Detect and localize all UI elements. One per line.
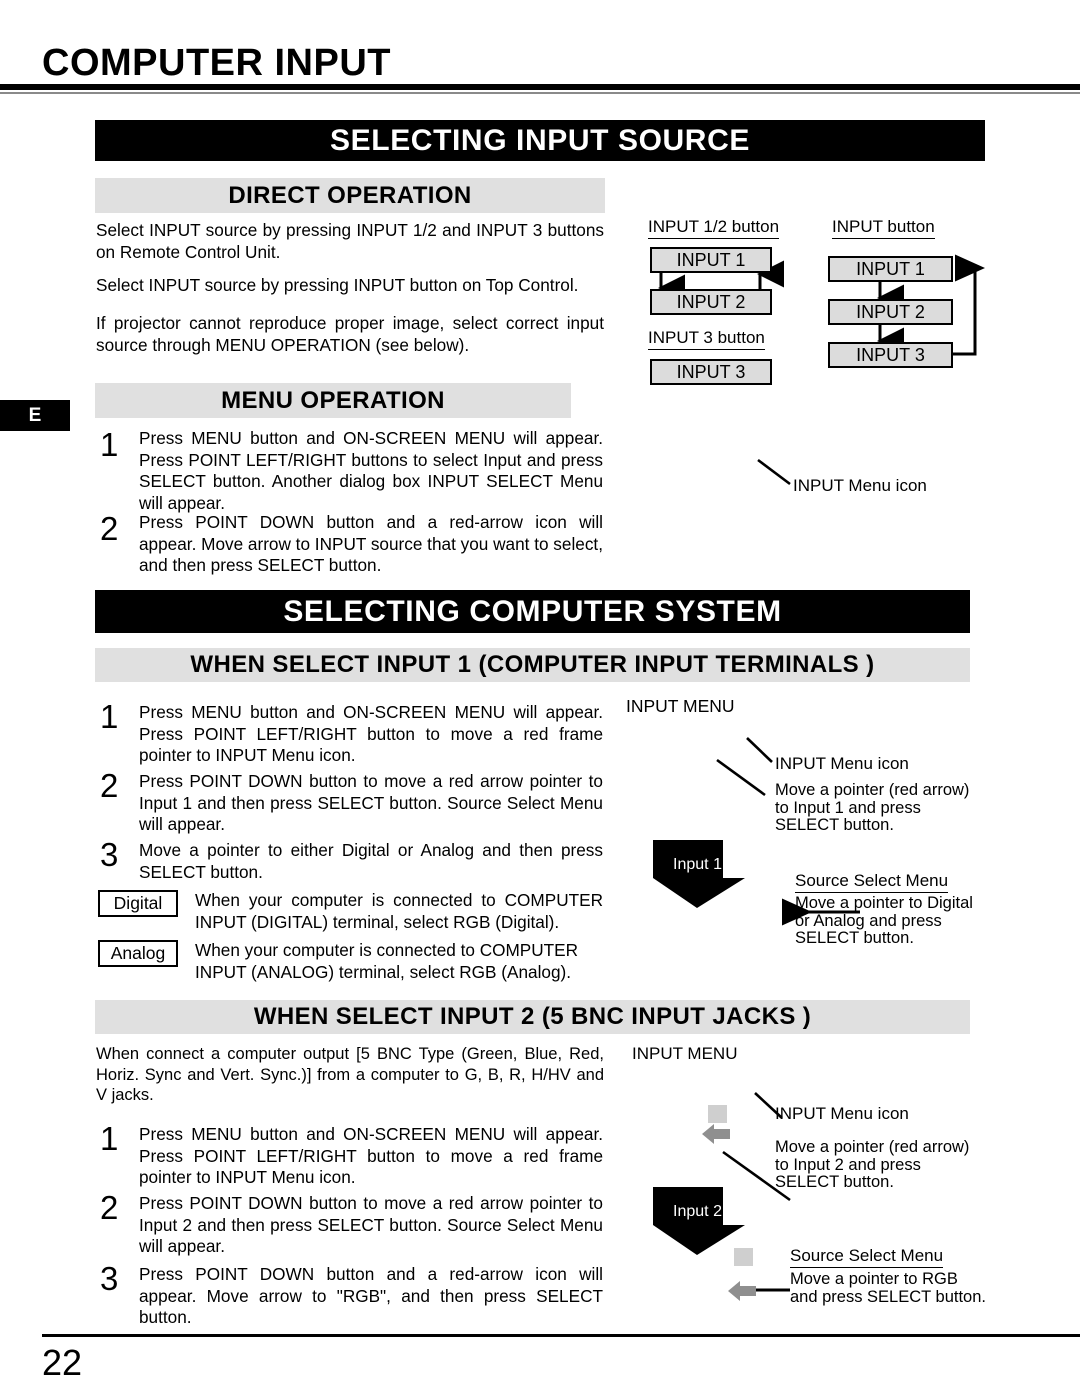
language-tab-e: E	[0, 400, 70, 431]
leader-input1-pointer	[716, 758, 766, 797]
step-number: 1	[100, 1120, 119, 1157]
document-page: COMPUTER INPUT E SELECTING INPUT SOURCE …	[0, 0, 1080, 1397]
menu-operation-step-2-text: Press POINT DOWN button and a red-arrow …	[139, 512, 603, 575]
remote-box-input-1: INPUT 1	[650, 247, 772, 273]
menu-operation-step-1-text: Press MENU button and ON-SCREEN MENU wil…	[139, 428, 603, 513]
input1-step-2-text: Press POINT DOWN button to move a red ar…	[139, 771, 603, 834]
callout-source-select-menu-1: Move a pointer to Digital or Analog and …	[795, 894, 973, 947]
callout-pointer-input-2: Move a pointer (red arrow) to Input 2 an…	[775, 1138, 970, 1191]
heading-when-select-input-1: WHEN SELECT INPUT 1 (COMPUTER INPUT TERM…	[95, 648, 970, 682]
gray-left-arrow-icon-source-2	[728, 1281, 756, 1301]
banner-selecting-computer-system: SELECTING COMPUTER SYSTEM	[95, 590, 970, 633]
label-source-select-menu-1: Source Select Menu	[795, 871, 949, 893]
input2-intro-text: When connect a computer output [5 BNC Ty…	[96, 1045, 604, 1104]
footer-rule	[42, 1334, 1080, 1337]
callout-pointer-input-1: Move a pointer (red arrow) to Input 1 an…	[775, 781, 970, 834]
input2-step-2-text: Press POINT DOWN button to move a red ar…	[139, 1193, 603, 1256]
callout-input-menu-icon-2: INPUT Menu icon	[775, 1104, 909, 1123]
key-box-analog: Analog	[98, 940, 178, 967]
heading-menu-operation: MENU OPERATION	[95, 383, 571, 418]
gray-left-arrow-icon-2	[702, 1124, 730, 1144]
key-text-analog: When your computer is connected to COMPU…	[195, 940, 579, 982]
menu-icon-placeholder-2	[708, 1105, 727, 1123]
down-arrow-shape-icon	[653, 1187, 745, 1255]
callout-input-menu-icon-1: INPUT Menu icon	[775, 754, 909, 773]
key-text-digital: When your computer is connected to COMPU…	[195, 890, 603, 932]
remote-box-input-3: INPUT 3	[650, 359, 772, 385]
leader-input1-menu-icon	[746, 737, 773, 763]
page-number: 22	[42, 1342, 83, 1383]
remote-box-input-2: INPUT 2	[650, 289, 772, 315]
heading-direct-operation: DIRECT OPERATION	[95, 178, 605, 213]
direct-operation-paragraph-1: Select INPUT source by pressing INPUT 1/…	[96, 220, 604, 262]
diagram-title-input-menu-1: INPUT MENU	[626, 696, 735, 716]
direct-operation-paragraph-3: If projector cannot reproduce proper ima…	[96, 313, 604, 355]
top-box-input-1: INPUT 1	[828, 256, 953, 282]
step-number: 2	[100, 510, 119, 547]
label-input-3-button: INPUT 3 button	[648, 328, 765, 350]
title-rule-thin	[0, 92, 1080, 94]
step-number: 1	[100, 698, 119, 735]
step-number: 3	[100, 1260, 119, 1297]
input2-step-1-text: Press MENU button and ON-SCREEN MENU wil…	[139, 1124, 603, 1187]
step-number: 1	[100, 426, 119, 463]
key-box-digital: Digital	[98, 890, 178, 917]
leader-menu-icon-top	[757, 458, 791, 486]
input2-step-3-text: Press POINT DOWN button and a red-arrow …	[139, 1264, 603, 1327]
diagram-title-input-menu-2: INPUT MENU	[632, 1044, 738, 1063]
input1-step-1-text: Press MENU button and ON-SCREEN MENU wil…	[139, 702, 603, 765]
callout-input-menu-icon-top: INPUT Menu icon	[793, 476, 927, 495]
heading-when-select-input-2: WHEN SELECT INPUT 2 (5 BNC INPUT JACKS )	[95, 1000, 970, 1034]
step-number: 2	[100, 767, 119, 804]
label-input-button: INPUT button	[832, 217, 935, 239]
source-menu-icon-placeholder-2	[734, 1248, 753, 1266]
direct-operation-paragraph-2: Select INPUT source by pressing INPUT bu…	[96, 275, 579, 295]
arrow-top-input3-wrap-to-input1	[953, 254, 985, 356]
label-input-1-2-button: INPUT 1/2 button	[648, 217, 780, 239]
label-source-select-menu-2: Source Select Menu	[790, 1246, 944, 1268]
badge-arrow-input-2: Input 2	[645, 1185, 750, 1257]
badge-arrow-input-1: Input 1	[645, 838, 750, 910]
down-arrow-shape-icon	[653, 840, 745, 908]
step-number: 3	[100, 836, 119, 873]
top-box-input-2: INPUT 2	[828, 299, 953, 325]
title-rule-thick	[0, 84, 1080, 90]
callout-source-select-menu-2: Move a pointer to RGB and press SELECT b…	[790, 1270, 986, 1306]
top-box-input-3: INPUT 3	[828, 342, 953, 368]
step-number: 2	[100, 1189, 119, 1226]
input1-step-3-text: Move a pointer to either Digital or Anal…	[139, 840, 603, 882]
page-title: COMPUTER INPUT	[42, 42, 391, 84]
banner-selecting-input-source: SELECTING INPUT SOURCE	[95, 120, 985, 161]
